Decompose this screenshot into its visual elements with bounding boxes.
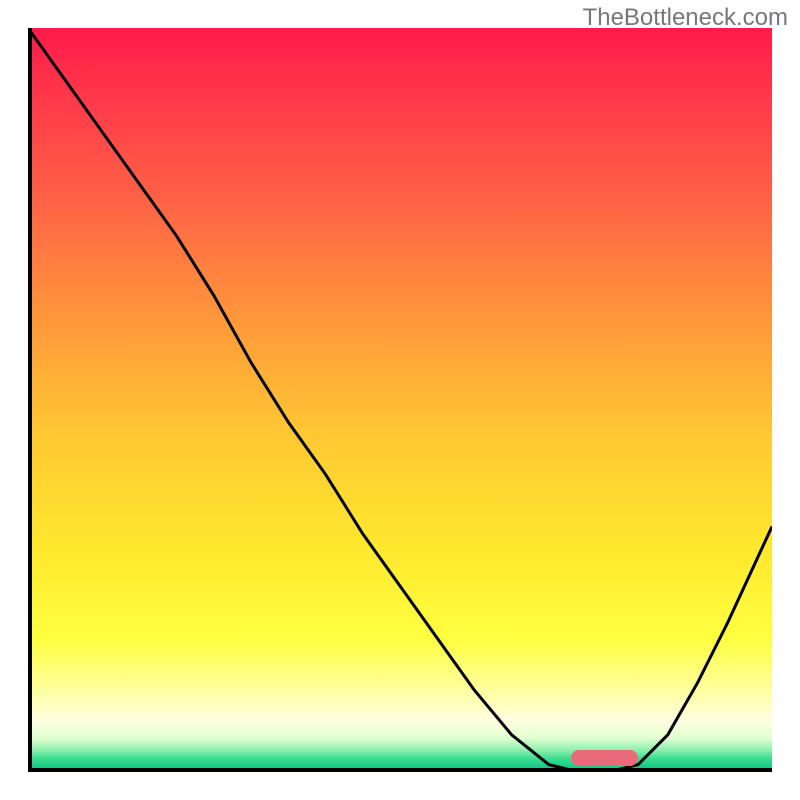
watermark-text: TheBottleneck.com (583, 4, 788, 32)
optimal-range-marker (571, 750, 638, 766)
bottleneck-curve (28, 28, 772, 772)
